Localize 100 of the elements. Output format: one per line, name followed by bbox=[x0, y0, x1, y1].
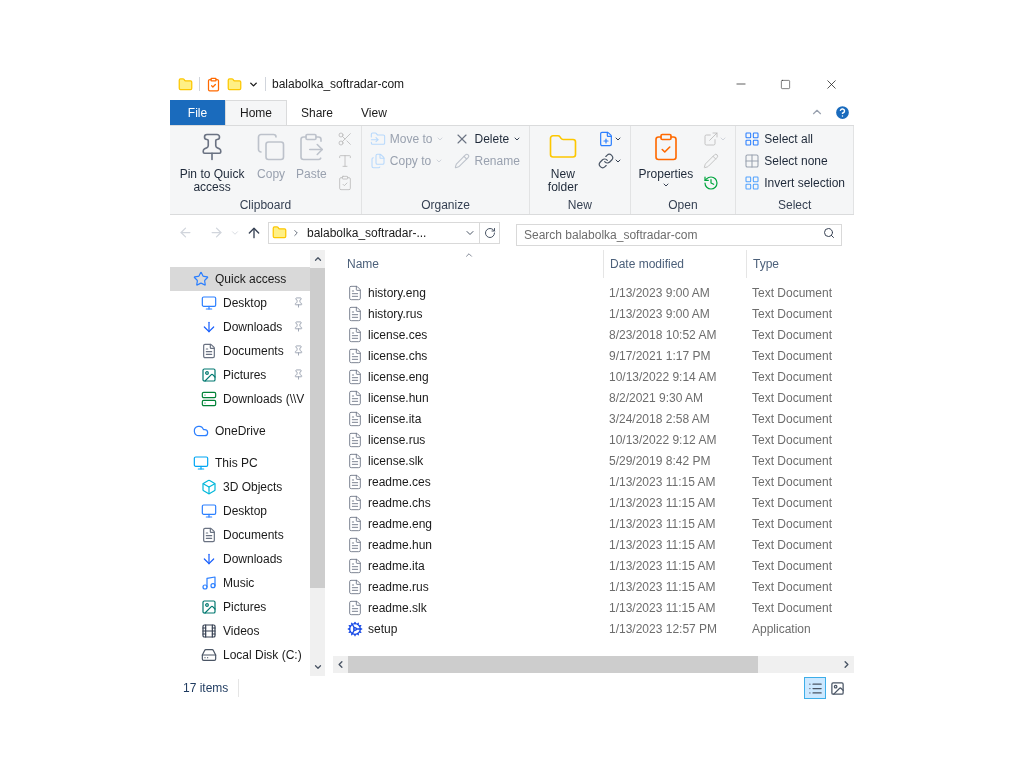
column-header[interactable]: Name bbox=[333, 250, 603, 278]
refresh-button[interactable] bbox=[480, 221, 500, 244]
column-header[interactable]: Type bbox=[746, 250, 854, 278]
file-name[interactable]: readme.rus bbox=[368, 577, 429, 596]
downloads-icon bbox=[201, 319, 217, 335]
item-count: 17 items bbox=[183, 679, 240, 697]
date-cell-text: 3/24/2018 2:58 AM bbox=[608, 410, 711, 428]
scroll-down-icon[interactable] bbox=[312, 662, 323, 672]
date-cell-text: 1/13/2023 11:15 AM bbox=[608, 578, 717, 596]
ribbon-button[interactable]: Select all bbox=[740, 128, 849, 150]
file-name[interactable]: license.rus bbox=[368, 430, 426, 449]
file-name[interactable]: readme.ita bbox=[368, 556, 425, 575]
refresh-icon bbox=[483, 226, 496, 239]
ribbon-button[interactable]: Properties bbox=[634, 128, 698, 189]
scroll-thumb[interactable] bbox=[310, 268, 325, 588]
file-name[interactable]: readme.eng bbox=[368, 514, 433, 533]
file-tab[interactable]: File bbox=[170, 100, 225, 125]
nav-item[interactable]: OneDrive bbox=[170, 419, 310, 443]
file-name[interactable]: license.eng bbox=[368, 367, 429, 386]
file-name[interactable]: history.eng bbox=[368, 283, 426, 302]
file-name[interactable]: readme.slk bbox=[368, 598, 427, 617]
ribbon-button[interactable]: Select none bbox=[740, 150, 849, 172]
nav-item[interactable]: 3D Objects bbox=[170, 475, 310, 499]
nav-item[interactable]: Documents bbox=[170, 339, 310, 363]
properties-icon[interactable] bbox=[206, 76, 221, 92]
date-cell-text: 1/13/2023 12:57 PM bbox=[608, 620, 719, 638]
ribbon-button[interactable]: Invert selection bbox=[740, 172, 849, 194]
back-icon[interactable] bbox=[178, 225, 193, 240]
quick-icon bbox=[193, 271, 209, 287]
music-icon bbox=[201, 575, 217, 591]
type-cell-text: Text Document bbox=[751, 536, 834, 554]
date-cell-text: 8/2/2021 9:30 AM bbox=[608, 389, 705, 407]
desktop-icon bbox=[201, 295, 217, 311]
copy-to-icon bbox=[369, 153, 386, 169]
nav-item[interactable]: Local Disk (C:) bbox=[170, 643, 310, 667]
caret-icon bbox=[436, 135, 445, 143]
details-view-button[interactable] bbox=[804, 677, 826, 699]
date-cell-text: 1/13/2023 11:15 AM bbox=[608, 536, 717, 554]
horizontal-scrollbar[interactable] bbox=[333, 656, 854, 673]
file-name[interactable]: license.slk bbox=[368, 451, 424, 470]
nav-item[interactable]: This PC bbox=[170, 451, 310, 475]
file-name[interactable]: license.ces bbox=[368, 325, 428, 344]
ribbon-tab[interactable]: Share bbox=[287, 100, 348, 125]
document-icon bbox=[347, 536, 363, 553]
document-icon bbox=[347, 326, 363, 343]
search-icon bbox=[823, 226, 835, 239]
scrollbar[interactable] bbox=[310, 250, 325, 676]
file-name[interactable]: readme.hun bbox=[368, 535, 433, 554]
help-icon[interactable] bbox=[834, 104, 851, 121]
pin-icon bbox=[293, 345, 304, 356]
document-icon bbox=[347, 557, 363, 574]
nav-item[interactable]: Desktop bbox=[170, 499, 310, 523]
scroll-up-icon[interactable] bbox=[312, 254, 323, 264]
ribbon-button[interactable]: Delete bbox=[450, 128, 526, 150]
nav-item[interactable]: Downloads (\\V bbox=[170, 387, 310, 411]
documents-icon bbox=[201, 343, 217, 359]
nav-item[interactable]: Music bbox=[170, 571, 310, 595]
ribbon-tab[interactable]: Home bbox=[225, 100, 287, 125]
date-cell-text: 1/13/2023 11:15 AM bbox=[608, 557, 717, 575]
nav-item[interactable]: Documents bbox=[170, 523, 310, 547]
type-cell-text: Text Document bbox=[751, 368, 834, 386]
nav-item[interactable]: Downloads bbox=[170, 547, 310, 571]
picture-icon bbox=[829, 680, 845, 696]
nav-item[interactable]: Videos bbox=[170, 619, 310, 643]
chevron-icon bbox=[291, 227, 301, 238]
file-name[interactable]: license.chs bbox=[368, 346, 428, 365]
folder-icon[interactable] bbox=[178, 76, 193, 92]
file-name[interactable]: readme.chs bbox=[368, 493, 431, 512]
setup-icon bbox=[347, 620, 363, 637]
address-bar[interactable]: balabolka_softradar-... bbox=[268, 221, 480, 244]
column-header[interactable]: Date modified bbox=[603, 250, 746, 278]
sort-icon bbox=[464, 250, 474, 260]
document-icon bbox=[347, 452, 363, 469]
nav-item[interactable]: Downloads bbox=[170, 315, 310, 339]
file-name[interactable]: history.rus bbox=[368, 304, 423, 323]
nav-item[interactable]: Pictures bbox=[170, 595, 310, 619]
document-icon bbox=[347, 473, 363, 490]
date-cell-text: 8/23/2018 10:52 AM bbox=[608, 326, 718, 344]
ribbon-button[interactable]: Pin to Quick access bbox=[174, 128, 251, 194]
ribbon-button[interactable]: New folder bbox=[534, 128, 592, 194]
file-name[interactable]: license.ita bbox=[368, 409, 422, 428]
videos-icon bbox=[201, 623, 217, 639]
pictures-icon bbox=[201, 599, 217, 615]
ribbon-tab[interactable]: View bbox=[347, 100, 401, 125]
copy-icon bbox=[256, 132, 287, 162]
nav-item[interactable]: Quick access bbox=[170, 267, 310, 291]
file-name[interactable]: readme.ces bbox=[368, 472, 431, 491]
nav-item[interactable]: Desktop bbox=[170, 291, 310, 315]
type-cell-text: Text Document bbox=[751, 515, 834, 533]
pictures-icon bbox=[201, 367, 217, 383]
file-name[interactable]: setup bbox=[368, 619, 398, 638]
folder-icon[interactable] bbox=[227, 76, 242, 92]
maximize-icon bbox=[780, 78, 791, 90]
file-name[interactable]: license.hun bbox=[368, 388, 429, 407]
type-cell-text: Text Document bbox=[751, 326, 834, 344]
nav-item[interactable]: Pictures bbox=[170, 363, 310, 387]
scroll-thumb[interactable] bbox=[348, 656, 758, 673]
scroll-right-icon[interactable] bbox=[841, 659, 852, 670]
forward-icon[interactable] bbox=[209, 225, 224, 240]
search-field[interactable]: Search balabolka_softradar-com bbox=[516, 223, 842, 246]
